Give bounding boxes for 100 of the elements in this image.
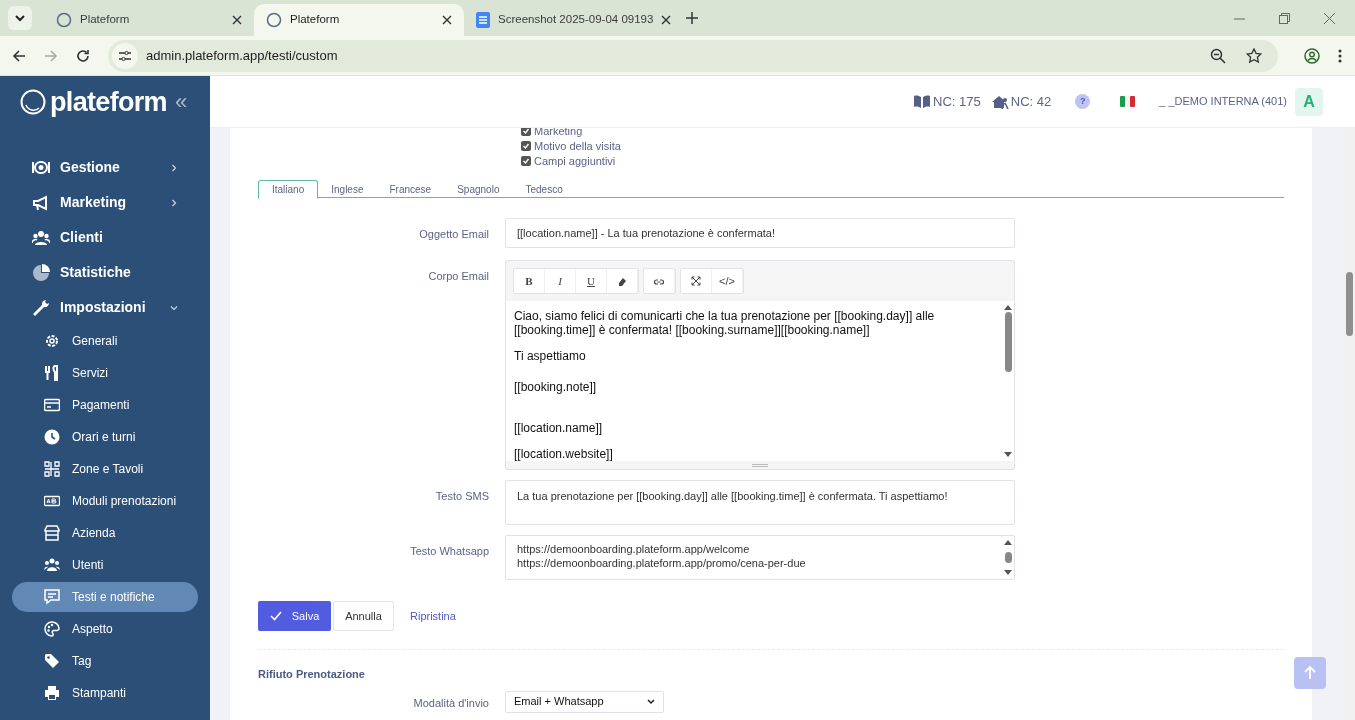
checkbox-row[interactable]: Campi aggiuntivi [521, 154, 1284, 168]
email-paragraph: Ti aspettiamo [514, 349, 587, 363]
field-label: Oggetto Email [418, 227, 490, 242]
checkbox-row[interactable]: Motivo della visita [521, 139, 1284, 153]
scrollbar-thumb[interactable] [1345, 272, 1353, 336]
menu-icon [32, 298, 50, 317]
subject-field[interactable]: [[location.name]] - La tua prenotazione è confermata! [505, 218, 1015, 248]
reset-link[interactable]: Ripristina [410, 607, 456, 625]
menu-icon [44, 493, 60, 509]
text-line: https://demoonboarding.plateform.app/promo/cena-per-due [517, 556, 807, 570]
checkbox[interactable] [521, 128, 531, 136]
cancel-button[interactable]: Annulla [333, 601, 394, 631]
sidebar-subitem[interactable]: Servizi [12, 358, 198, 388]
scroll-up-icon[interactable] [1004, 304, 1012, 310]
logo-text: plateform [50, 88, 167, 116]
field-label: Modalità d'invio [412, 695, 490, 711]
menu-icon [44, 589, 60, 605]
sidebar-subitem[interactable]: Moduli prenotazioni [12, 486, 198, 516]
text-line: https://demoonboarding.plateform.app/welcome [517, 542, 751, 556]
url-text: admin.plateform.app/testi/custom [146, 46, 339, 65]
sidebar-subitem[interactable]: Pagamenti [12, 390, 198, 420]
email-paragraph: [[booking.note]] [514, 380, 598, 394]
menu-icon [44, 685, 60, 701]
sms-field[interactable]: La tua prenotazione per [[booking.day]] alle [[booking.time]] è confermata. Ti aspettiamo! [505, 480, 1015, 525]
menu-icon [44, 365, 60, 381]
counter-text: NC: 42 [1010, 92, 1052, 111]
collapse-button[interactable]: « [174, 91, 188, 113]
new-tab-icon[interactable] [686, 12, 698, 24]
scrollbar-thumb[interactable] [1004, 312, 1012, 372]
browser-tab[interactable]: Plateform [44, 4, 254, 36]
bookmark-star-icon[interactable] [1246, 47, 1262, 64]
sidebar-subitem[interactable]: Tag [12, 646, 198, 676]
sidebar-subitem[interactable]: Azienda [12, 518, 198, 548]
language-tab[interactable]: Inglese [318, 180, 377, 198]
menu-icon [44, 397, 60, 413]
flag-icon [1120, 96, 1136, 107]
menu-icon [44, 333, 60, 349]
address-bar[interactable]: admin.plateform.app/testi/custom [108, 39, 1278, 72]
language-tab[interactable]: Spagnolo [444, 180, 513, 198]
counter-text: NC: 175 [933, 92, 981, 111]
checkbox[interactable] [521, 141, 531, 151]
bold-button[interactable]: B [514, 269, 545, 293]
document-icon [476, 12, 490, 28]
sidebar-item[interactable]: Statistiche [0, 255, 210, 290]
sidebar-subitem[interactable]: Utenti [12, 550, 198, 580]
scroll-down-icon[interactable] [1004, 570, 1012, 576]
sidebar-subitem[interactable]: Generali [12, 326, 198, 356]
book-icon [913, 93, 932, 110]
close-icon[interactable] [661, 15, 672, 25]
sidebar-subitem[interactable]: Stampanti [12, 678, 198, 708]
checkbox[interactable] [521, 156, 531, 166]
whatsapp-field[interactable]: https://demoonboarding.plateform.app/welcome https://demoonboarding.plateform.app/promo/cena-per-due [505, 535, 1015, 580]
checkbox-row[interactable]: Marketing [521, 128, 1284, 138]
reload-icon[interactable] [76, 48, 90, 63]
scroll-up-icon[interactable] [1004, 539, 1012, 545]
scrollbar-thumb[interactable] [1004, 552, 1012, 563]
zoom-out-icon[interactable] [1210, 47, 1226, 64]
email-editor[interactable] [505, 260, 1015, 470]
profile-icon[interactable] [1304, 47, 1320, 64]
sidebar-item[interactable]: Clienti [0, 220, 210, 255]
browser-tab[interactable]: Plateform [254, 4, 464, 36]
menu-icon [44, 461, 60, 477]
sidebar-item[interactable]: Marketing [0, 185, 210, 220]
restore-icon[interactable] [1279, 12, 1290, 24]
tab-list-icon[interactable] [8, 6, 32, 30]
mode-select[interactable]: Email + Whatsapp [505, 690, 664, 713]
resize-handle[interactable] [752, 463, 768, 467]
menu-icon [32, 158, 50, 177]
sidebar-subitem[interactable]: Testi e notifiche [12, 582, 198, 612]
more-menu-icon[interactable] [1338, 48, 1342, 63]
close-icon[interactable] [442, 15, 452, 25]
sidebar-subitem[interactable]: Orari e turni [12, 422, 198, 452]
sidebar-item[interactable]: Gestione [0, 150, 210, 185]
help-button[interactable]: ? [1075, 94, 1091, 109]
tab-title: Plateform [80, 12, 131, 28]
italic-button[interactable]: I [545, 269, 576, 293]
sidebar-item[interactable]: Impostazioni [0, 290, 210, 325]
language-tab[interactable]: Italiano [258, 180, 319, 199]
menu-icon [44, 429, 60, 445]
close-icon[interactable] [232, 15, 242, 25]
language-tab[interactable]: Tedesco [512, 180, 576, 198]
field-label: Corpo Email [427, 269, 490, 284]
check-icon [269, 611, 282, 621]
email-paragraph: [[location.website]] [514, 447, 614, 461]
email-paragraph: Ciao, siamo felici di comunicarti che la tua prenotazione per [[booking.day]] alle [[booking.time]] è confermata! [[booking.surname]][[booking.name]] [514, 309, 936, 337]
site-settings-icon[interactable] [112, 42, 138, 69]
email-paragraph: [[location.name]] [514, 421, 604, 435]
account-name[interactable]: _ _DEMO INTERNA (401) [1159, 93, 1287, 110]
menu-icon [44, 557, 60, 573]
circle-logo-icon [56, 12, 72, 28]
save-button[interactable]: Salva [258, 601, 331, 631]
scroll-down-icon[interactable] [1004, 452, 1012, 458]
language-tab[interactable]: Francese [376, 180, 445, 198]
arrow-up-icon [1304, 666, 1316, 680]
underline-button[interactable]: U [576, 269, 607, 293]
sidebar-subitem[interactable]: Aspetto [12, 614, 198, 644]
menu-icon [44, 653, 60, 669]
back-icon[interactable] [12, 48, 26, 63]
sidebar-subitem[interactable]: Zone e Tavoli [12, 454, 198, 484]
browser-tab[interactable]: Screenshot 2025-09-04 09193 [464, 4, 674, 36]
